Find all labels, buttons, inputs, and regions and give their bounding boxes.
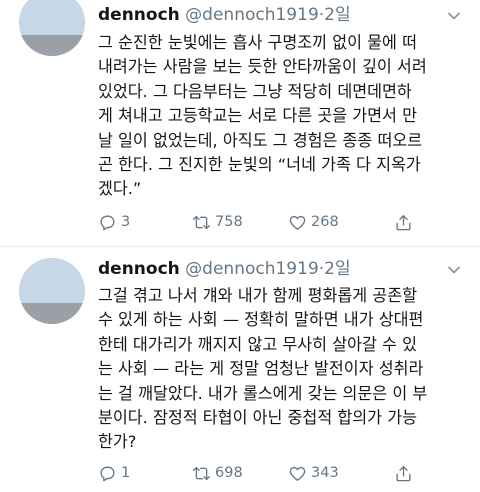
timestamp[interactable]: 2일 bbox=[324, 5, 350, 25]
share-icon bbox=[396, 465, 411, 481]
tweet-text-line: 게 쳐내고 고등학교는 서로 다른 곳을 가면서 만 bbox=[98, 106, 417, 126]
display-name[interactable]: dennoch bbox=[98, 259, 180, 279]
user-handle[interactable]: @dennoch1919 bbox=[185, 5, 319, 25]
reply-icon bbox=[100, 465, 115, 481]
tweet-text-line: 한가? bbox=[98, 432, 137, 452]
tweet-actions: 3 758 268 bbox=[98, 211, 458, 233]
like-button[interactable]: 268 bbox=[288, 211, 339, 233]
avatar[interactable] bbox=[19, 0, 85, 56]
reply-count: 3 bbox=[121, 214, 131, 230]
user-handle[interactable]: @dennoch1919 bbox=[185, 259, 319, 279]
avatar-ground bbox=[19, 34, 85, 56]
retweet-icon bbox=[192, 215, 211, 229]
tweet[interactable]: dennoch @dennoch1919·2일 그 순진한 눈빛에는 흡사 구명… bbox=[0, 0, 480, 247]
avatar-sky bbox=[19, 258, 85, 303]
like-count: 268 bbox=[311, 214, 339, 230]
tweet-text-line: 는 사회 — 라는 게 정말 엄청난 발전이자 성취라 bbox=[98, 359, 424, 379]
reply-icon bbox=[100, 214, 115, 230]
avatar-ground bbox=[19, 302, 85, 324]
timestamp[interactable]: 2일 bbox=[324, 259, 350, 279]
like-count: 343 bbox=[311, 465, 339, 481]
retweet-count: 698 bbox=[215, 465, 243, 481]
heart-icon bbox=[289, 466, 306, 481]
display-name[interactable]: dennoch bbox=[98, 5, 180, 25]
reply-button[interactable]: 3 bbox=[98, 211, 130, 233]
tweet-header: dennoch @dennoch1919·2일 bbox=[98, 3, 351, 27]
avatar-sky bbox=[19, 0, 85, 35]
like-button[interactable]: 343 bbox=[288, 462, 339, 484]
retweet-icon bbox=[192, 466, 211, 480]
share-button[interactable] bbox=[394, 211, 417, 233]
share-button[interactable] bbox=[394, 462, 417, 484]
chevron-down-icon[interactable] bbox=[446, 262, 462, 278]
share-icon bbox=[396, 214, 411, 230]
tweet-text-line: 수 있게 하는 사회 — 정확히 말하면 내가 상대편 bbox=[98, 310, 424, 330]
tweet-actions: 1 698 343 bbox=[98, 462, 458, 484]
tweet-header: dennoch @dennoch1919·2일 bbox=[98, 257, 351, 281]
retweet-button[interactable]: 758 bbox=[192, 211, 243, 233]
heart-icon bbox=[289, 215, 306, 230]
tweet-text-line: 한테 대가리가 깨지지 않고 무사히 살아갈 수 있 bbox=[98, 334, 417, 354]
reply-count: 1 bbox=[121, 465, 131, 481]
tweet-text-line: 그 순진한 눈빛에는 흡사 구명조끼 없이 물에 떠 bbox=[98, 33, 417, 52]
tweet-text: 그걸 겪고 나서 걔와 내가 함께 평화롭게 공존할 수 있게 하는 사회 — … bbox=[98, 284, 468, 455]
reply-button[interactable]: 1 bbox=[98, 462, 130, 484]
tweet-text-line: 는 걸 깨달았다. 내가 롤스에게 갖는 의문은 이 부 bbox=[98, 383, 428, 403]
retweet-button[interactable]: 698 bbox=[192, 462, 243, 484]
chevron-down-icon[interactable] bbox=[446, 8, 462, 24]
avatar[interactable] bbox=[19, 258, 85, 324]
tweet[interactable]: dennoch @dennoch1919·2일 그걸 겪고 나서 걔와 내가 함… bbox=[0, 246, 480, 492]
tweet-text-line: 날 일이 없었는데, 아직도 그 경험은 종종 떠오르 bbox=[98, 130, 423, 150]
tweet-text-line: 내려가는 사람을 보는 듯한 안타까움이 깊이 서려 bbox=[98, 57, 427, 77]
retweet-count: 758 bbox=[215, 214, 243, 230]
tweet-text: 그 순진한 눈빛에는 흡사 구명조끼 없이 물에 떠 내려가는 사람을 보는 듯… bbox=[98, 31, 468, 202]
tweet-text-line: 곤 한다. 그 진지한 눈빛의 “너네 가족 다 지옥가 bbox=[98, 155, 421, 175]
tweet-text-line: 겠다.” bbox=[98, 179, 142, 199]
tweet-text-line: 있었다. 그 다음부터는 그냥 적당히 데면데면하 bbox=[98, 81, 412, 101]
tweet-text-line: 분이다. 잠정적 타협이 아닌 중첩적 합의가 가능 bbox=[98, 408, 417, 428]
tweet-text-line: 그걸 겪고 나서 걔와 내가 함께 평화롭게 공존할 bbox=[98, 286, 417, 305]
